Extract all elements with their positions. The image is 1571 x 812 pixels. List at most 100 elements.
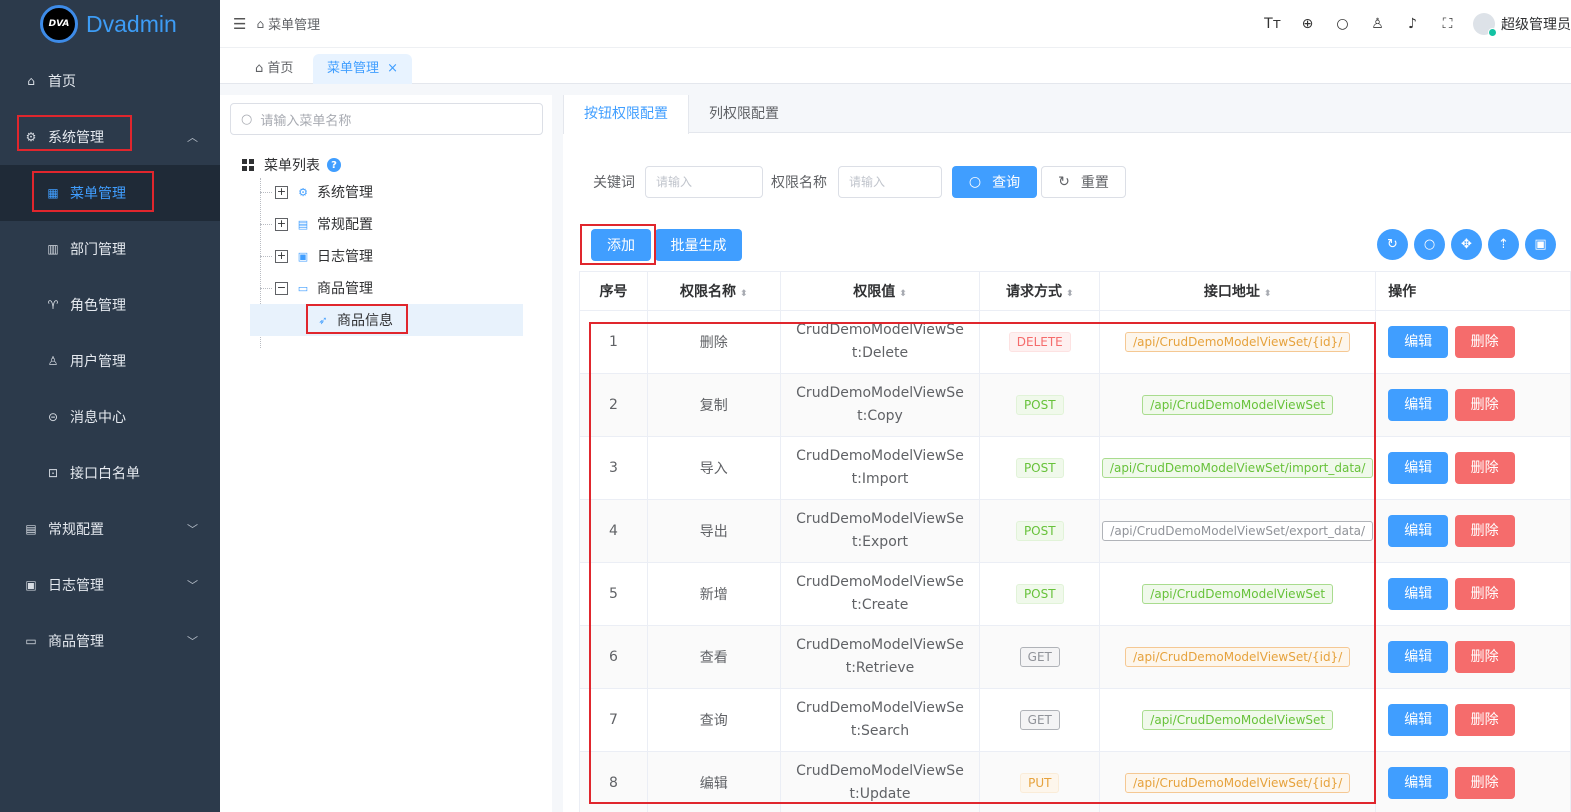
sidebar-item-label: 消息中心: [70, 410, 126, 426]
sort-icon[interactable]: ⬍: [740, 289, 748, 299]
cell-ops: 编辑 删除: [1375, 625, 1571, 689]
search-icon[interactable]: ○: [1325, 16, 1360, 32]
query-label: 查询: [992, 175, 1021, 191]
user-icon: ♙: [47, 354, 59, 368]
tree-guide-line: [260, 288, 272, 289]
refresh-icon[interactable]: ↻: [1377, 229, 1408, 260]
delete-button[interactable]: 删除: [1454, 641, 1515, 673]
edit-button[interactable]: 编辑: [1388, 578, 1449, 610]
edit-button[interactable]: 编辑: [1388, 515, 1449, 547]
delete-button[interactable]: 删除: [1454, 452, 1515, 484]
permission-name-input[interactable]: 请输入: [838, 166, 942, 198]
highlight-box: [580, 224, 656, 265]
avatar[interactable]: [1473, 12, 1497, 37]
expand-icon[interactable]: +: [275, 185, 288, 199]
sort-icon[interactable]: ⬍: [1264, 289, 1272, 299]
tabs-bar: ⌂ 首页 菜单管理 ×: [220, 48, 1571, 84]
delete-button[interactable]: 删除: [1454, 767, 1515, 799]
tab-label: 首页: [267, 61, 294, 76]
message-icon: ⊝: [47, 410, 59, 424]
header-tools: Tт ⊕ ○ ♙ ♪ ⛶ 超级管理员: [1255, 0, 1571, 48]
tab-button-permission[interactable]: 按钮权限配置: [563, 95, 689, 134]
delete-button[interactable]: 删除: [1454, 704, 1515, 736]
sidebar-item-home[interactable]: ⌂ 首页: [0, 53, 220, 109]
column-header[interactable]: 权限名称 ⬍: [647, 271, 781, 311]
query-button[interactable]: ○ 查询: [952, 166, 1037, 198]
gear-icon: ⚙: [298, 185, 308, 199]
sidebar-item-user[interactable]: ♙ 用户管理: [0, 333, 220, 389]
column-header: 序号: [579, 271, 648, 311]
cell-ops: 编辑 删除: [1375, 688, 1571, 752]
edit-button[interactable]: 编辑: [1388, 452, 1449, 484]
sidebar-item-config[interactable]: ▤ 常规配置 ﹀: [0, 501, 220, 557]
online-status-icon: [1488, 27, 1497, 37]
tab-label: 菜单管理: [327, 61, 380, 76]
save-icon[interactable]: ▣: [1525, 229, 1556, 260]
reset-button[interactable]: ↻ 重置: [1041, 166, 1126, 198]
role-icon: ♈: [47, 298, 59, 312]
edit-button[interactable]: 编辑: [1388, 767, 1449, 799]
language-icon[interactable]: ⊕: [1290, 16, 1325, 32]
sidebar-item-label: 用户管理: [70, 354, 126, 370]
expand-icon[interactable]: +: [275, 217, 288, 231]
sidebar-item-whitelist[interactable]: ⊡ 接口白名单: [0, 445, 220, 501]
menu-search-input[interactable]: ○ 请输入菜单名称: [230, 103, 543, 135]
sort-icon[interactable]: ⬍: [1066, 289, 1074, 299]
goods-icon: ▭: [297, 281, 309, 295]
grid-icon: [242, 158, 255, 172]
config-icon: ▤: [25, 522, 37, 536]
highlight-box: [306, 304, 408, 334]
logo-badge: DVA: [40, 5, 78, 43]
delete-button[interactable]: 删除: [1454, 515, 1515, 547]
sort-icon[interactable]: ⬍: [899, 289, 907, 299]
expand-icon[interactable]: +: [275, 249, 288, 263]
search-icon[interactable]: ○: [1414, 229, 1445, 260]
tree-node[interactable]: + ⚙ 系统管理: [275, 181, 373, 203]
move-icon[interactable]: ✥: [1451, 229, 1482, 260]
edit-button[interactable]: 编辑: [1388, 704, 1449, 736]
username[interactable]: 超级管理员: [1501, 14, 1571, 34]
batch-generate-button[interactable]: 批量生成: [655, 229, 742, 261]
edit-button[interactable]: 编辑: [1388, 389, 1449, 421]
fullscreen-icon[interactable]: ⛶: [1430, 16, 1465, 32]
logo: DVA Dvadmin: [0, 0, 220, 48]
column-header[interactable]: 接口地址 ⬍: [1099, 271, 1377, 311]
tab-home[interactable]: ⌂ 首页: [241, 54, 307, 84]
sidebar-item-goods[interactable]: ▭ 商品管理 ﹀: [0, 613, 220, 669]
collapse-icon[interactable]: −: [275, 281, 288, 295]
header-label: 权限值: [853, 284, 896, 300]
chevron-down-icon: ﹀: [187, 579, 198, 592]
tab-menu[interactable]: 菜单管理 ×: [313, 54, 413, 84]
tree-node[interactable]: + ▤ 常规配置: [275, 213, 373, 235]
keyword-input[interactable]: 请输入: [645, 166, 763, 198]
edit-button[interactable]: 编辑: [1388, 641, 1449, 673]
sidebar-item-log[interactable]: ▣ 日志管理 ﹀: [0, 557, 220, 613]
edit-button[interactable]: 编辑: [1388, 326, 1449, 358]
bell-icon[interactable]: ♪: [1395, 16, 1430, 32]
delete-button[interactable]: 删除: [1454, 578, 1515, 610]
close-icon[interactable]: ×: [387, 61, 398, 76]
tab-column-permission[interactable]: 列权限配置: [689, 95, 799, 134]
theme-icon[interactable]: ♙: [1360, 16, 1395, 32]
tree-root-label: 菜单列表: [264, 158, 320, 174]
delete-button[interactable]: 删除: [1454, 389, 1515, 421]
help-icon[interactable]: ?: [327, 158, 341, 172]
delete-button[interactable]: 删除: [1454, 326, 1515, 358]
export-icon[interactable]: ⇡: [1488, 229, 1519, 260]
highlight-box: [17, 115, 132, 151]
sidebar-item-dept[interactable]: ▥ 部门管理: [0, 221, 220, 277]
column-header[interactable]: 请求方式 ⬍: [979, 271, 1101, 311]
font-size-icon[interactable]: Tт: [1255, 16, 1290, 32]
sidebar-item-label: 日志管理: [48, 578, 104, 594]
sidebar-item-role[interactable]: ♈ 角色管理: [0, 277, 220, 333]
tree-node[interactable]: − ▭ 商品管理: [275, 277, 373, 299]
sidebar-item-label: 部门管理: [70, 242, 126, 258]
column-header[interactable]: 权限值 ⬍: [780, 271, 981, 311]
collapse-menu-icon[interactable]: ☰: [233, 15, 246, 33]
tree-node[interactable]: + ▣ 日志管理: [275, 245, 373, 267]
whitelist-icon: ⊡: [47, 466, 59, 480]
sidebar-item-message[interactable]: ⊝ 消息中心: [0, 389, 220, 445]
tree-node-label: 常规配置: [317, 217, 373, 233]
header-label: 序号: [599, 284, 628, 300]
sidebar-item-label: 首页: [48, 74, 76, 90]
